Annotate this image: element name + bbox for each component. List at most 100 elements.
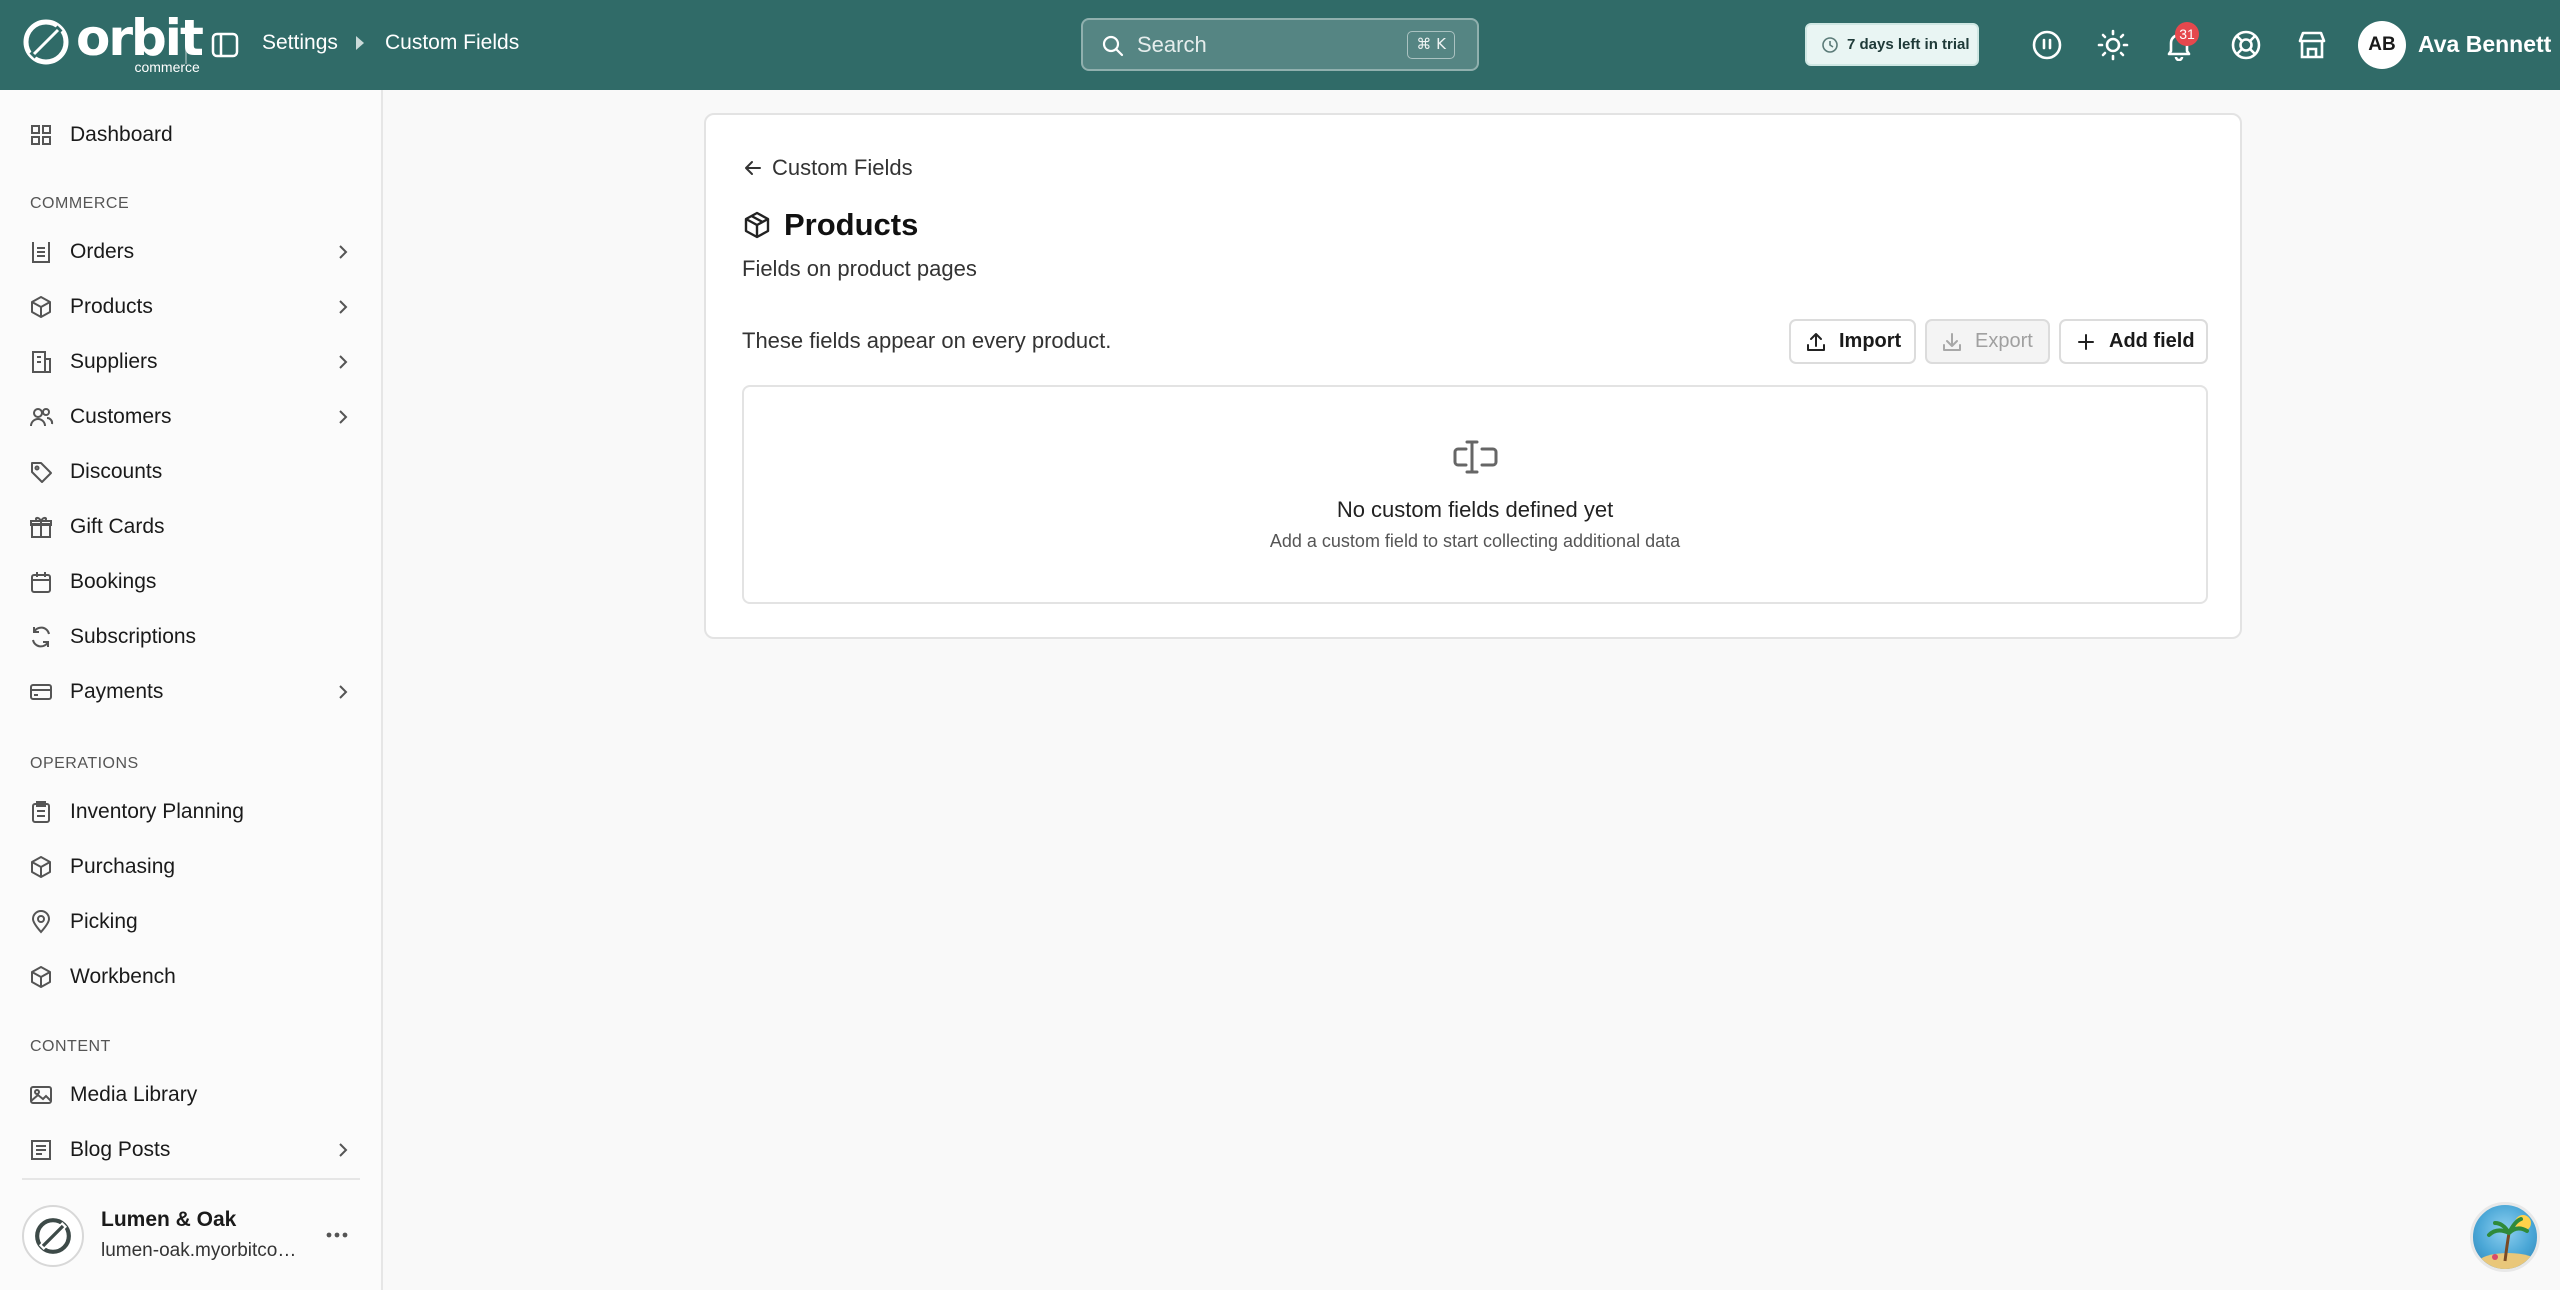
sidebar-item-media-library[interactable]: Media Library — [0, 1070, 383, 1120]
sidebar-item-bookings[interactable]: Bookings — [0, 557, 383, 607]
sidebar-item-label: Discounts — [70, 460, 163, 483]
sidebar: Dashboard COMMERCE Orders Products Suppl… — [0, 90, 383, 1290]
import-button[interactable]: Import — [1789, 319, 1916, 364]
sidebar-item-label: Products — [70, 295, 153, 318]
boxes-icon — [31, 856, 51, 878]
page-subtitle: Fields on product pages — [742, 256, 977, 281]
sidebar-item-label: Bookings — [70, 570, 157, 593]
dashboard-icon — [31, 125, 51, 145]
receipt-icon — [32, 242, 50, 263]
storefront-button[interactable] — [2294, 27, 2330, 63]
user-name[interactable]: Ava Bennett — [2418, 31, 2551, 58]
sidebar-item-label: Orders — [70, 240, 135, 263]
store-logo[interactable] — [22, 1205, 84, 1267]
chevron-right-icon — [339, 355, 348, 369]
sidebar-item-label: Dashboard — [70, 123, 173, 146]
store-icon — [2298, 31, 2326, 59]
empty-state-subtitle: Add a custom field to start collecting a… — [1269, 531, 1681, 551]
logo-wordmark: orbit — [76, 9, 204, 67]
island-avatar-icon — [2478, 1215, 2537, 1269]
orbit-logo-icon — [23, 19, 69, 65]
store-url: lumen-oak.myorbitcommerce.com — [101, 1240, 306, 1261]
sidebar-item-label: Picking — [70, 910, 138, 933]
trial-badge[interactable]: 7 days left in trial — [1805, 23, 1979, 66]
credit-card-icon — [30, 684, 52, 700]
text-cursor-input-icon — [1453, 440, 1498, 474]
theme-toggle-button[interactable] — [2095, 27, 2131, 63]
breadcrumb-separator-icon — [356, 36, 364, 50]
sidebar-item-purchasing[interactable]: Purchasing — [0, 842, 383, 892]
sidebar-item-workbench[interactable]: Workbench — [0, 952, 383, 1002]
help-button[interactable] — [2228, 27, 2264, 63]
sun-icon — [2097, 29, 2129, 61]
assistant-launcher[interactable] — [2470, 1202, 2540, 1272]
section-heading-operations: OPERATIONS — [30, 755, 139, 772]
sidebar-item-picking[interactable]: Picking — [0, 897, 383, 947]
feedback-button[interactable] — [2029, 27, 2065, 63]
add-field-button[interactable]: Add field — [2059, 319, 2208, 364]
chevron-right-icon — [339, 685, 348, 699]
section-heading-commerce: COMMERCE — [30, 195, 130, 212]
users-icon — [30, 408, 54, 427]
chevron-right-icon — [339, 410, 348, 424]
sidebar-item-suppliers[interactable]: Suppliers — [0, 337, 383, 387]
arrow-left-icon — [745, 161, 761, 175]
sidebar-item-subscriptions[interactable]: Subscriptions — [0, 612, 383, 662]
chevron-right-icon — [339, 300, 348, 314]
lifebuoy-icon — [2231, 30, 2261, 60]
trial-text: 7 days left in trial — [1847, 36, 1970, 53]
search-box[interactable]: ⌘ K — [1081, 18, 1479, 71]
store-name: Lumen & Oak — [101, 1208, 237, 1231]
chevron-right-icon — [339, 1143, 348, 1157]
feedback-icon — [2032, 30, 2062, 60]
sidebar-item-products[interactable]: Products — [0, 282, 383, 332]
search-shortcut-badge: ⌘ K — [1407, 31, 1455, 59]
sidebar-item-blog-posts[interactable]: Blog Posts — [0, 1125, 383, 1175]
building-icon — [32, 351, 51, 373]
back-link-label: Custom Fields — [772, 155, 913, 180]
sidebar-toggle-icon[interactable] — [210, 30, 240, 60]
package-icon — [744, 211, 770, 239]
map-pin-icon — [31, 910, 51, 934]
tag-icon — [31, 462, 52, 483]
custom-fields-card: Custom Fields Products Fields on product… — [704, 113, 2242, 639]
search-icon — [1102, 35, 1124, 57]
sidebar-item-label: Blog Posts — [70, 1138, 171, 1161]
download-icon — [1943, 332, 1961, 351]
sidebar-item-inventory-planning[interactable]: Inventory Planning — [0, 787, 383, 837]
empty-state: No custom fields defined yet Add a custo… — [742, 385, 2208, 604]
sidebar-item-orders[interactable]: Orders — [0, 227, 383, 277]
sidebar-item-label: Customers — [70, 405, 172, 428]
app-logo[interactable]: orbit commerce — [22, 9, 204, 74]
breadcrumb-custom-fields: Custom Fields — [385, 31, 520, 54]
user-avatar[interactable]: AB — [2358, 21, 2406, 69]
notification-count-badge: 31 — [2175, 22, 2199, 46]
sidebar-item-label: Media Library — [70, 1083, 198, 1106]
sidebar-item-payments[interactable]: Payments — [0, 667, 383, 717]
gift-icon — [30, 517, 52, 538]
sidebar-item-label: Subscriptions — [70, 625, 197, 648]
search-input[interactable] — [1137, 32, 1387, 58]
sidebar-item-customers[interactable]: Customers — [0, 392, 383, 442]
sidebar-item-discounts[interactable]: Discounts — [0, 447, 383, 497]
sidebar-item-gift-cards[interactable]: Gift Cards — [0, 502, 383, 552]
sidebar-item-label: Workbench — [70, 965, 176, 988]
export-button-label: Export — [1975, 330, 2033, 352]
back-link[interactable]: Custom Fields — [742, 155, 913, 181]
top-bar: orbit commerce Settings Custom Fields ⌘ … — [0, 0, 2560, 90]
package-icon — [31, 296, 51, 318]
calendar-icon — [31, 572, 51, 593]
sidebar-item-label: Suppliers — [70, 350, 158, 373]
sidebar-item-label: Inventory Planning — [70, 800, 244, 823]
more-options-icon[interactable] — [322, 1225, 352, 1245]
empty-state-title: No custom fields defined yet — [1336, 497, 1614, 522]
image-icon — [30, 1086, 52, 1104]
export-button[interactable]: Export — [1925, 319, 2050, 364]
divider — [185, 28, 187, 64]
sidebar-item-label: Gift Cards — [70, 515, 165, 538]
refresh-icon — [32, 626, 50, 648]
chevron-right-icon — [339, 245, 348, 259]
sidebar-item-label: Payments — [70, 680, 164, 703]
sidebar-item-dashboard[interactable]: Dashboard — [0, 110, 383, 160]
breadcrumb-settings[interactable]: Settings — [262, 31, 338, 55]
